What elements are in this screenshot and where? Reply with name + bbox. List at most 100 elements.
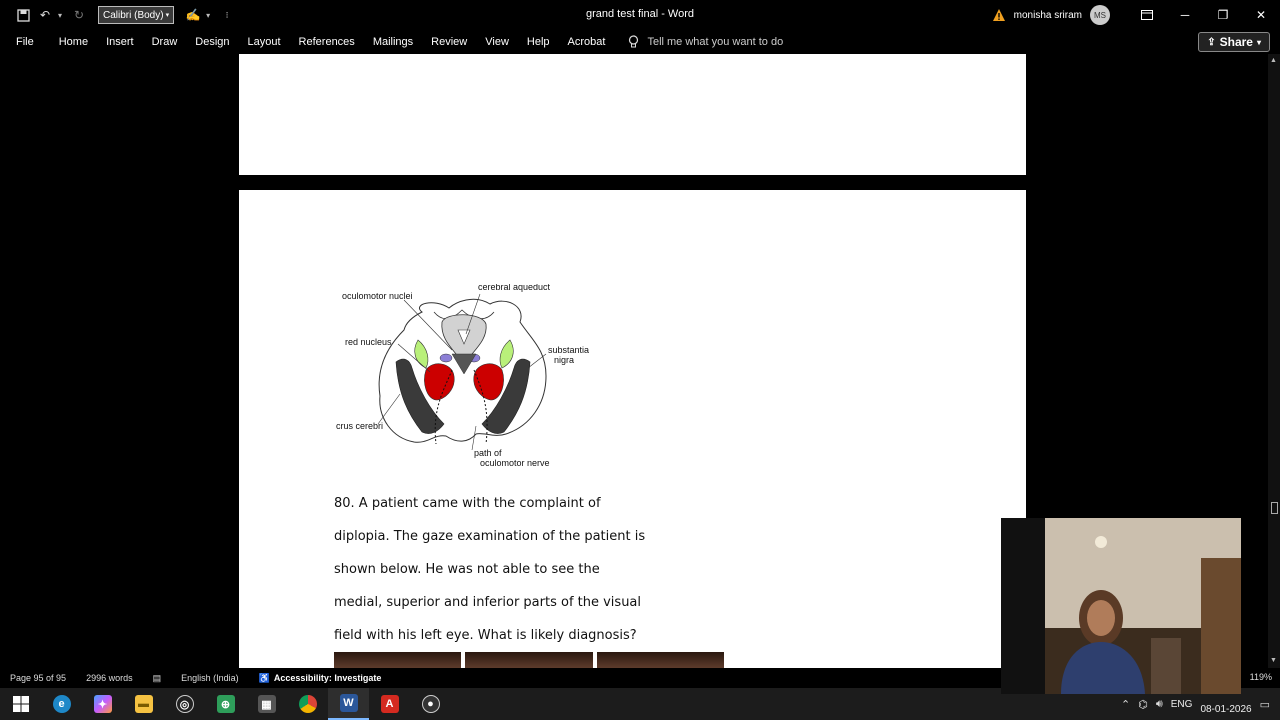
question-line: field with his left eye. What is likely … (334, 628, 637, 643)
taskbar-app-green[interactable]: ⊕ (205, 688, 246, 720)
undo-dropdown-icon[interactable]: ▾ (58, 11, 66, 20)
scroll-down-icon[interactable]: ▼ (1270, 657, 1277, 664)
windows-icon (12, 696, 29, 712)
taskbar-file-explorer[interactable]: ▬ (123, 688, 164, 720)
chevron-down-icon: ▾ (1256, 37, 1261, 47)
avatar[interactable]: MS (1090, 5, 1110, 25)
recorder-icon: ● (421, 695, 440, 713)
format-dropdown-icon[interactable]: ▾ (206, 11, 214, 20)
gaze-photo (596, 652, 724, 668)
title-right-group: monisha sriram MS ─ ❐ ✕ (992, 0, 1280, 30)
minimize-icon[interactable]: ─ (1166, 0, 1204, 30)
tab-help[interactable]: Help (518, 36, 559, 48)
taskbar-edge[interactable]: e (41, 688, 82, 720)
gaze-photo (334, 652, 462, 668)
oculomotor-nucleus-left (439, 353, 453, 363)
ribbon-display-icon[interactable] (1128, 0, 1166, 30)
undo-icon[interactable]: ↶ (36, 6, 54, 24)
vertical-scrollbar[interactable]: ▲ ▼ (1268, 54, 1280, 668)
accessibility-label: Accessibility: Investigate (273, 673, 382, 683)
chevron-up-icon[interactable]: ⌃ (1121, 698, 1130, 711)
ribbon-tabs: File Home Insert Draw Design Layout Refe… (0, 30, 1280, 54)
question-text: 80. A patient came with the complaint of… (334, 487, 664, 652)
tell-me-search[interactable]: Tell me what you want to do (614, 35, 783, 49)
tab-file[interactable]: File (0, 36, 50, 48)
gaze-photo-strip (334, 652, 724, 668)
folder-icon: ▬ (134, 695, 153, 713)
taskbar-acrobat[interactable]: A (369, 688, 410, 720)
start-button[interactable] (0, 688, 41, 720)
tab-draw[interactable]: Draw (143, 36, 187, 48)
question-line: diplopia. The gaze examination of the pa… (334, 529, 646, 544)
midbrain-diagram: oculomotor nuclei cerebral aqueduct red … (336, 284, 589, 468)
copilot-icon: ✦ (93, 695, 112, 713)
font-name-box[interactable]: Calibri (Body) ▾ (98, 6, 175, 24)
green-app-icon: ⊕ (216, 695, 235, 713)
label-nigra: nigra (554, 355, 574, 365)
restore-icon[interactable]: ❐ (1204, 0, 1242, 30)
warning-icon[interactable] (992, 8, 1006, 22)
network-icon[interactable]: ⌬ (1138, 698, 1148, 711)
label-red-nucleus: red nucleus (345, 337, 392, 347)
share-label: Share (1219, 35, 1253, 49)
document-title: grand test final - Word (585, 8, 694, 20)
clock[interactable]: 08-01-2026 (1200, 692, 1251, 716)
tab-references[interactable]: References (290, 36, 364, 48)
customize-toolbar-icon[interactable]: ⁝ (218, 6, 236, 24)
tab-insert[interactable]: Insert (97, 36, 143, 48)
taskbar-chrome[interactable] (287, 688, 328, 720)
tray-language[interactable]: ENG (1171, 699, 1193, 710)
tab-acrobat[interactable]: Acrobat (559, 36, 615, 48)
chrome-icon (298, 695, 317, 713)
word-icon: W (339, 694, 358, 712)
tab-home[interactable]: Home (50, 36, 97, 48)
scroll-up-icon[interactable]: ▲ (1270, 57, 1277, 64)
question-line: medial, superior and inferior parts of t… (334, 595, 642, 610)
label-path-of: path of (474, 448, 502, 458)
accessibility-status[interactable]: ♿ Accessibility: Investigate (249, 673, 392, 684)
redo-icon[interactable]: ↻ (70, 6, 88, 24)
tab-mailings[interactable]: Mailings (364, 36, 422, 48)
speaker-icon[interactable]: 🔊︎ (1156, 698, 1163, 711)
font-name-value: Calibri (Body) (103, 9, 164, 21)
tab-view[interactable]: View (476, 36, 518, 48)
acrobat-icon: A (380, 695, 399, 713)
share-button[interactable]: ⇪ Share ▾ (1198, 32, 1270, 52)
taskbar-word[interactable]: W (328, 688, 369, 720)
taskbar-calculator[interactable]: ▦ (246, 688, 287, 720)
word-count[interactable]: 2996 words (76, 673, 143, 683)
proofing-icon[interactable]: ▤ (143, 673, 172, 684)
previous-page (239, 54, 1026, 175)
lightbulb-icon (629, 35, 639, 48)
notifications-icon[interactable]: ▭ (1260, 698, 1270, 711)
tab-layout[interactable]: Layout (239, 36, 290, 48)
scroll-thumb[interactable] (1271, 502, 1278, 514)
page-count[interactable]: Page 95 of 95 (0, 673, 76, 683)
edge-icon: e (52, 695, 71, 713)
label-substantia: substantia (548, 345, 589, 355)
question-line: shown below. He was not able to see the (334, 562, 600, 577)
tell-me-placeholder: Tell me what you want to do (647, 36, 784, 48)
title-bar: ↶ ▾ ↻ Calibri (Body) ▾ ✍ ▾ ⁝ grand test … (0, 0, 1280, 30)
label-cerebral-aqueduct: cerebral aqueduct (478, 284, 551, 292)
zoom-level[interactable]: 119% (1250, 672, 1272, 682)
gaze-photo (465, 652, 593, 668)
close-icon[interactable]: ✕ (1242, 0, 1280, 30)
quick-access-toolbar: ↶ ▾ ↻ Calibri (Body) ▾ ✍ ▾ ⁝ (0, 6, 236, 24)
tab-design[interactable]: Design (186, 36, 238, 48)
taskbar-copilot[interactable]: ✦ (82, 688, 123, 720)
label-crus-cerebri: crus cerebri (336, 421, 383, 431)
taskbar-obs[interactable]: ◎ (164, 688, 205, 720)
taskbar-recorder[interactable]: ● (410, 688, 451, 720)
label-oculomotor-nerve: oculomotor nerve (480, 458, 550, 468)
save-icon[interactable] (14, 6, 32, 24)
format-painter-icon[interactable]: ✍ (184, 6, 202, 24)
clock-date: 08-01-2026 (1200, 704, 1252, 715)
language-status[interactable]: English (India) (171, 673, 249, 683)
word-window: ↶ ▾ ↻ Calibri (Body) ▾ ✍ ▾ ⁝ grand test … (0, 0, 1280, 720)
question-line: 80. A patient came with the complaint of (334, 496, 601, 511)
tab-review[interactable]: Review (422, 36, 476, 48)
accessibility-icon: ♿ (258, 672, 270, 683)
share-icon: ⇪ (1207, 36, 1216, 48)
current-page[interactable]: oculomotor nuclei cerebral aqueduct red … (239, 190, 1026, 668)
